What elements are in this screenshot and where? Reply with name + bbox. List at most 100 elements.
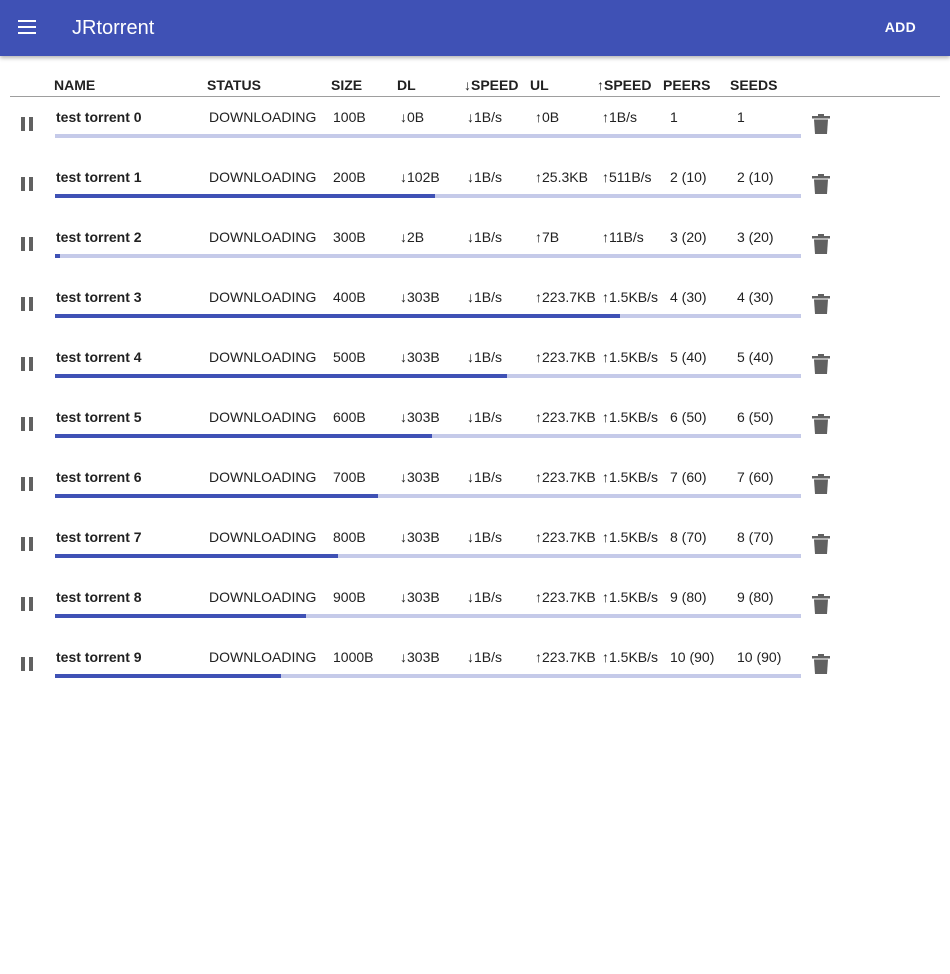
torrent-upload-speed: ↑1.5KB/s xyxy=(602,409,659,425)
torrent-status: DOWNLOADING xyxy=(209,589,317,605)
torrent-downloaded: ↓303B xyxy=(400,589,440,605)
torrent-download-speed: ↓1B/s xyxy=(467,529,503,545)
torrent-row[interactable]: test torrent 2 DOWNLOADING 300B ↓2B ↓1B/s ↑7B… xyxy=(0,227,950,287)
pause-icon[interactable] xyxy=(20,477,34,491)
progress-fill xyxy=(55,374,508,378)
torrent-status: DOWNLOADING xyxy=(209,529,317,545)
pause-icon[interactable] xyxy=(20,177,34,191)
column-header-dl-speed[interactable]: ↓SPEED xyxy=(464,77,518,93)
torrent-name: test torrent 9 xyxy=(56,649,142,665)
torrent-peers: 8 (70) xyxy=(670,529,707,545)
progress-fill xyxy=(55,554,338,558)
torrent-name: test torrent 0 xyxy=(56,109,142,125)
torrent-uploaded: ↑0B xyxy=(535,109,560,125)
app-bar: JRtorrent ADD xyxy=(0,0,950,56)
progress-bar xyxy=(55,254,801,258)
column-header-status[interactable]: STATUS xyxy=(207,77,261,93)
torrent-name: test torrent 2 xyxy=(56,229,142,245)
pause-icon[interactable] xyxy=(20,537,34,551)
torrent-uploaded: ↑223.7KB xyxy=(535,409,596,425)
delete-icon[interactable] xyxy=(812,534,830,554)
pause-icon[interactable] xyxy=(20,417,34,431)
torrent-row[interactable]: test torrent 9 DOWNLOADING 1000B ↓303B ↓1B/s… xyxy=(0,647,950,707)
torrent-row[interactable]: test torrent 7 DOWNLOADING 800B ↓303B ↓1B/s ↑… xyxy=(0,527,950,587)
delete-icon[interactable] xyxy=(812,174,830,194)
torrent-downloaded: ↓303B xyxy=(400,649,440,665)
torrent-status: DOWNLOADING xyxy=(209,349,317,365)
add-button[interactable]: ADD xyxy=(885,19,916,35)
progress-bar xyxy=(55,134,801,138)
torrent-size: 700B xyxy=(333,469,366,485)
torrent-row[interactable]: test torrent 4 DOWNLOADING 500B ↓303B ↓1B/s ↑… xyxy=(0,347,950,407)
torrent-status: DOWNLOADING xyxy=(209,109,317,125)
torrent-peers: 6 (50) xyxy=(670,409,707,425)
torrent-uploaded: ↑7B xyxy=(535,229,560,245)
column-header-peers[interactable]: PEERS xyxy=(663,77,710,93)
torrent-size: 800B xyxy=(333,529,366,545)
torrent-row[interactable]: test torrent 8 DOWNLOADING 900B ↓303B ↓1B/s ↑… xyxy=(0,587,950,647)
torrent-size: 200B xyxy=(333,169,366,185)
torrent-row[interactable]: test torrent 1 DOWNLOADING 200B ↓102B ↓1B/s ↑… xyxy=(0,167,950,227)
torrent-download-speed: ↓1B/s xyxy=(467,289,503,305)
torrent-size: 900B xyxy=(333,589,366,605)
torrent-row[interactable]: test torrent 3 DOWNLOADING 400B ↓303B ↓1B/s ↑… xyxy=(0,287,950,347)
torrent-download-speed: ↓1B/s xyxy=(467,649,503,665)
torrent-size: 300B xyxy=(333,229,366,245)
torrent-row[interactable]: test torrent 6 DOWNLOADING 700B ↓303B ↓1B/s ↑… xyxy=(0,467,950,527)
torrent-uploaded: ↑223.7KB xyxy=(535,349,596,365)
torrent-upload-speed: ↑1.5KB/s xyxy=(602,469,659,485)
pause-icon[interactable] xyxy=(20,237,34,251)
torrent-status: DOWNLOADING xyxy=(209,289,317,305)
pause-icon[interactable] xyxy=(20,357,34,371)
header-divider xyxy=(10,96,940,97)
torrent-peers: 9 (80) xyxy=(670,589,707,605)
delete-icon[interactable] xyxy=(812,654,830,674)
torrent-uploaded: ↑223.7KB xyxy=(535,469,596,485)
delete-icon[interactable] xyxy=(812,114,830,134)
delete-icon[interactable] xyxy=(812,234,830,254)
pause-icon[interactable] xyxy=(20,297,34,311)
progress-bar xyxy=(55,194,801,198)
column-header-ul-speed[interactable]: ↑SPEED xyxy=(597,77,651,93)
column-header-dl[interactable]: DL xyxy=(397,77,416,93)
delete-icon[interactable] xyxy=(812,474,830,494)
torrent-size: 1000B xyxy=(333,649,374,665)
column-header-seeds[interactable]: SEEDS xyxy=(730,77,777,93)
torrent-seeds: 9 (80) xyxy=(737,589,774,605)
delete-icon[interactable] xyxy=(812,594,830,614)
progress-fill xyxy=(55,434,432,438)
torrent-upload-speed: ↑1.5KB/s xyxy=(602,529,659,545)
torrent-peers: 5 (40) xyxy=(670,349,707,365)
column-header-name[interactable]: NAME xyxy=(54,77,95,93)
progress-bar xyxy=(55,314,801,318)
torrent-downloaded: ↓303B xyxy=(400,409,440,425)
delete-icon[interactable] xyxy=(812,414,830,434)
progress-fill xyxy=(55,314,621,318)
progress-bar xyxy=(55,494,801,498)
torrent-upload-speed: ↑11B/s xyxy=(602,229,644,245)
delete-icon[interactable] xyxy=(812,354,830,374)
torrent-name: test torrent 4 xyxy=(56,349,142,365)
torrent-uploaded: ↑25.3KB xyxy=(535,169,588,185)
torrent-seeds: 1 xyxy=(737,109,745,125)
column-header-size[interactable]: SIZE xyxy=(331,77,362,93)
torrent-row[interactable]: test torrent 5 DOWNLOADING 600B ↓303B ↓1B/s ↑… xyxy=(0,407,950,467)
torrent-row[interactable]: test torrent 0 DOWNLOADING 100B ↓0B ↓1B/s ↑0B… xyxy=(0,107,950,167)
torrent-status: DOWNLOADING xyxy=(209,469,317,485)
torrent-upload-speed: ↑1B/s xyxy=(602,109,638,125)
torrent-downloaded: ↓102B xyxy=(400,169,440,185)
torrent-upload-speed: ↑1.5KB/s xyxy=(602,289,659,305)
torrent-download-speed: ↓1B/s xyxy=(467,589,503,605)
torrent-size: 500B xyxy=(333,349,366,365)
column-header-ul[interactable]: UL xyxy=(530,77,549,93)
torrent-name: test torrent 6 xyxy=(56,469,142,485)
pause-icon[interactable] xyxy=(20,657,34,671)
torrent-downloaded: ↓303B xyxy=(400,289,440,305)
torrent-status: DOWNLOADING xyxy=(209,169,317,185)
pause-icon[interactable] xyxy=(20,117,34,131)
torrent-size: 400B xyxy=(333,289,366,305)
delete-icon[interactable] xyxy=(812,294,830,314)
torrent-seeds: 6 (50) xyxy=(737,409,774,425)
pause-icon[interactable] xyxy=(20,597,34,611)
menu-icon[interactable] xyxy=(14,14,42,42)
